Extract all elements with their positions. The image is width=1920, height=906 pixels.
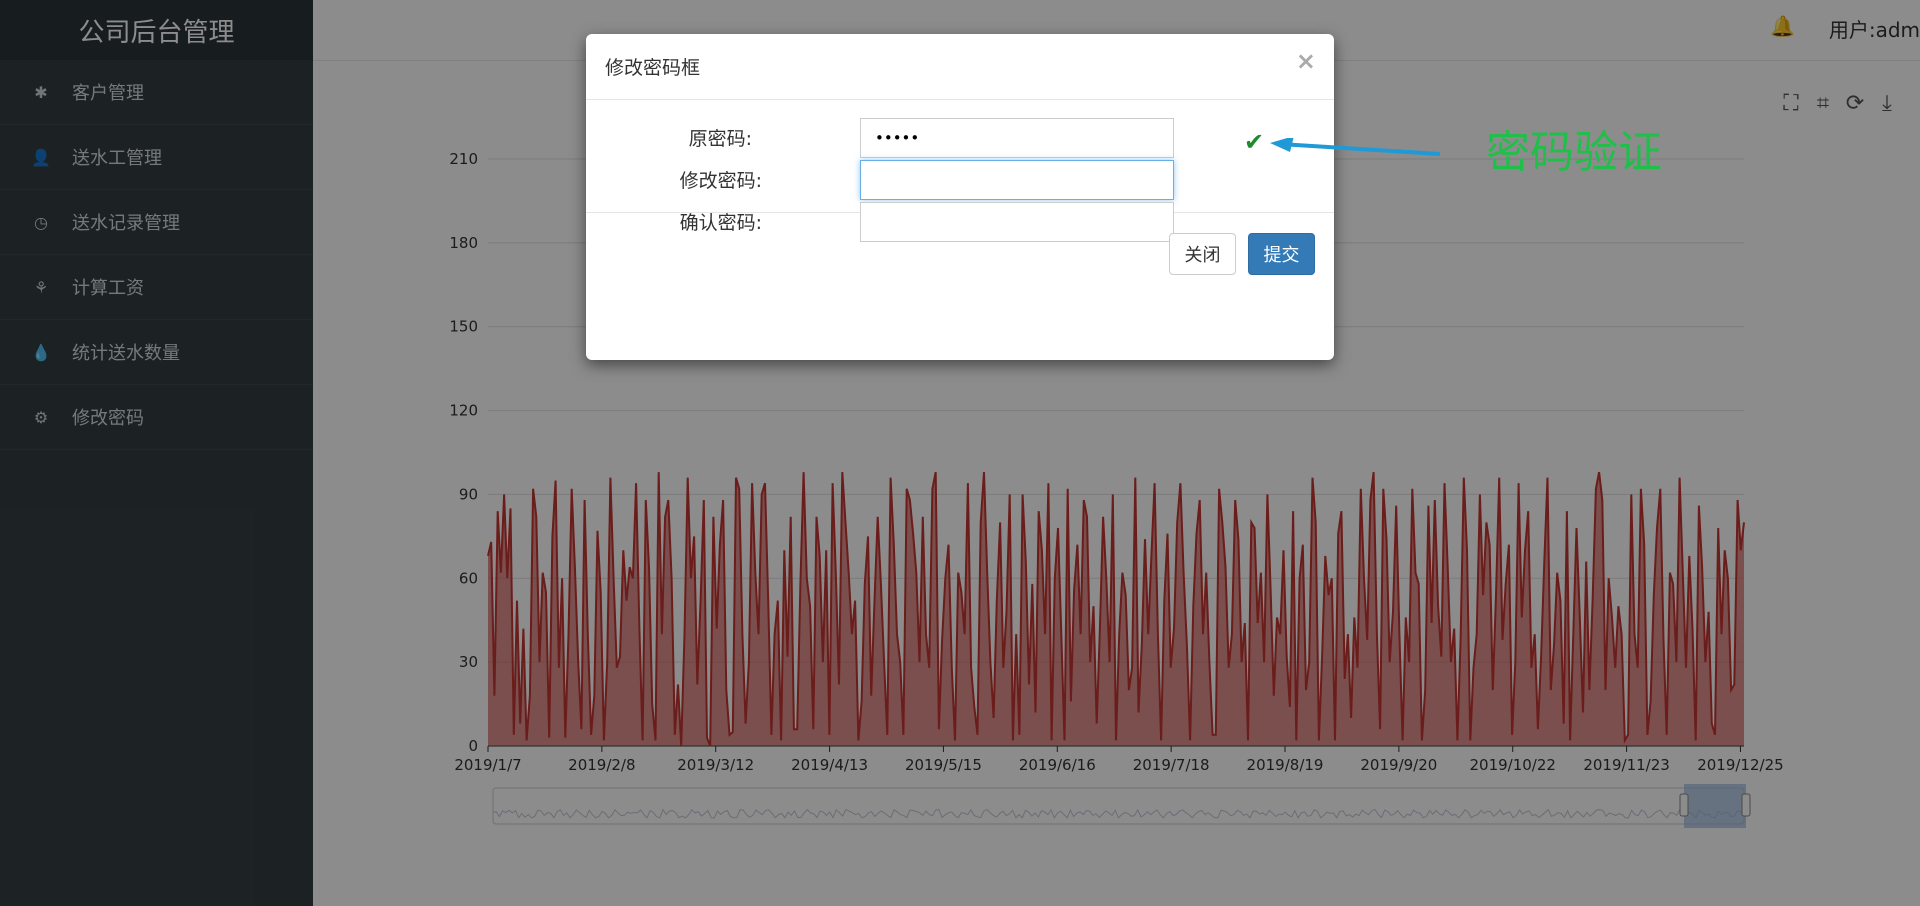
modal-header: 修改密码框 × xyxy=(586,34,1334,100)
old-password-label: 原密码: xyxy=(688,128,752,150)
close-button[interactable]: 关闭 xyxy=(1169,233,1236,275)
checkmark-icon: ✔ xyxy=(1244,128,1265,156)
new-password-label: 修改密码: xyxy=(679,170,762,192)
old-password-field[interactable] xyxy=(860,118,1174,158)
modal-footer: 关闭 提交 xyxy=(586,213,1334,294)
submit-button[interactable]: 提交 xyxy=(1248,233,1315,275)
close-icon[interactable]: × xyxy=(1296,47,1316,75)
change-password-dialog: 修改密码框 × 原密码: ✔ 修改密码: 确认密码: 关闭 提交 xyxy=(586,34,1334,360)
annotation-label: 密码验证 xyxy=(1486,127,1662,178)
modal-title: 修改密码框 xyxy=(605,57,701,79)
modal-body: 原密码: ✔ 修改密码: 确认密码: xyxy=(586,100,1334,242)
annotation-arrow-icon xyxy=(1270,138,1441,156)
new-password-field[interactable] xyxy=(860,160,1174,200)
